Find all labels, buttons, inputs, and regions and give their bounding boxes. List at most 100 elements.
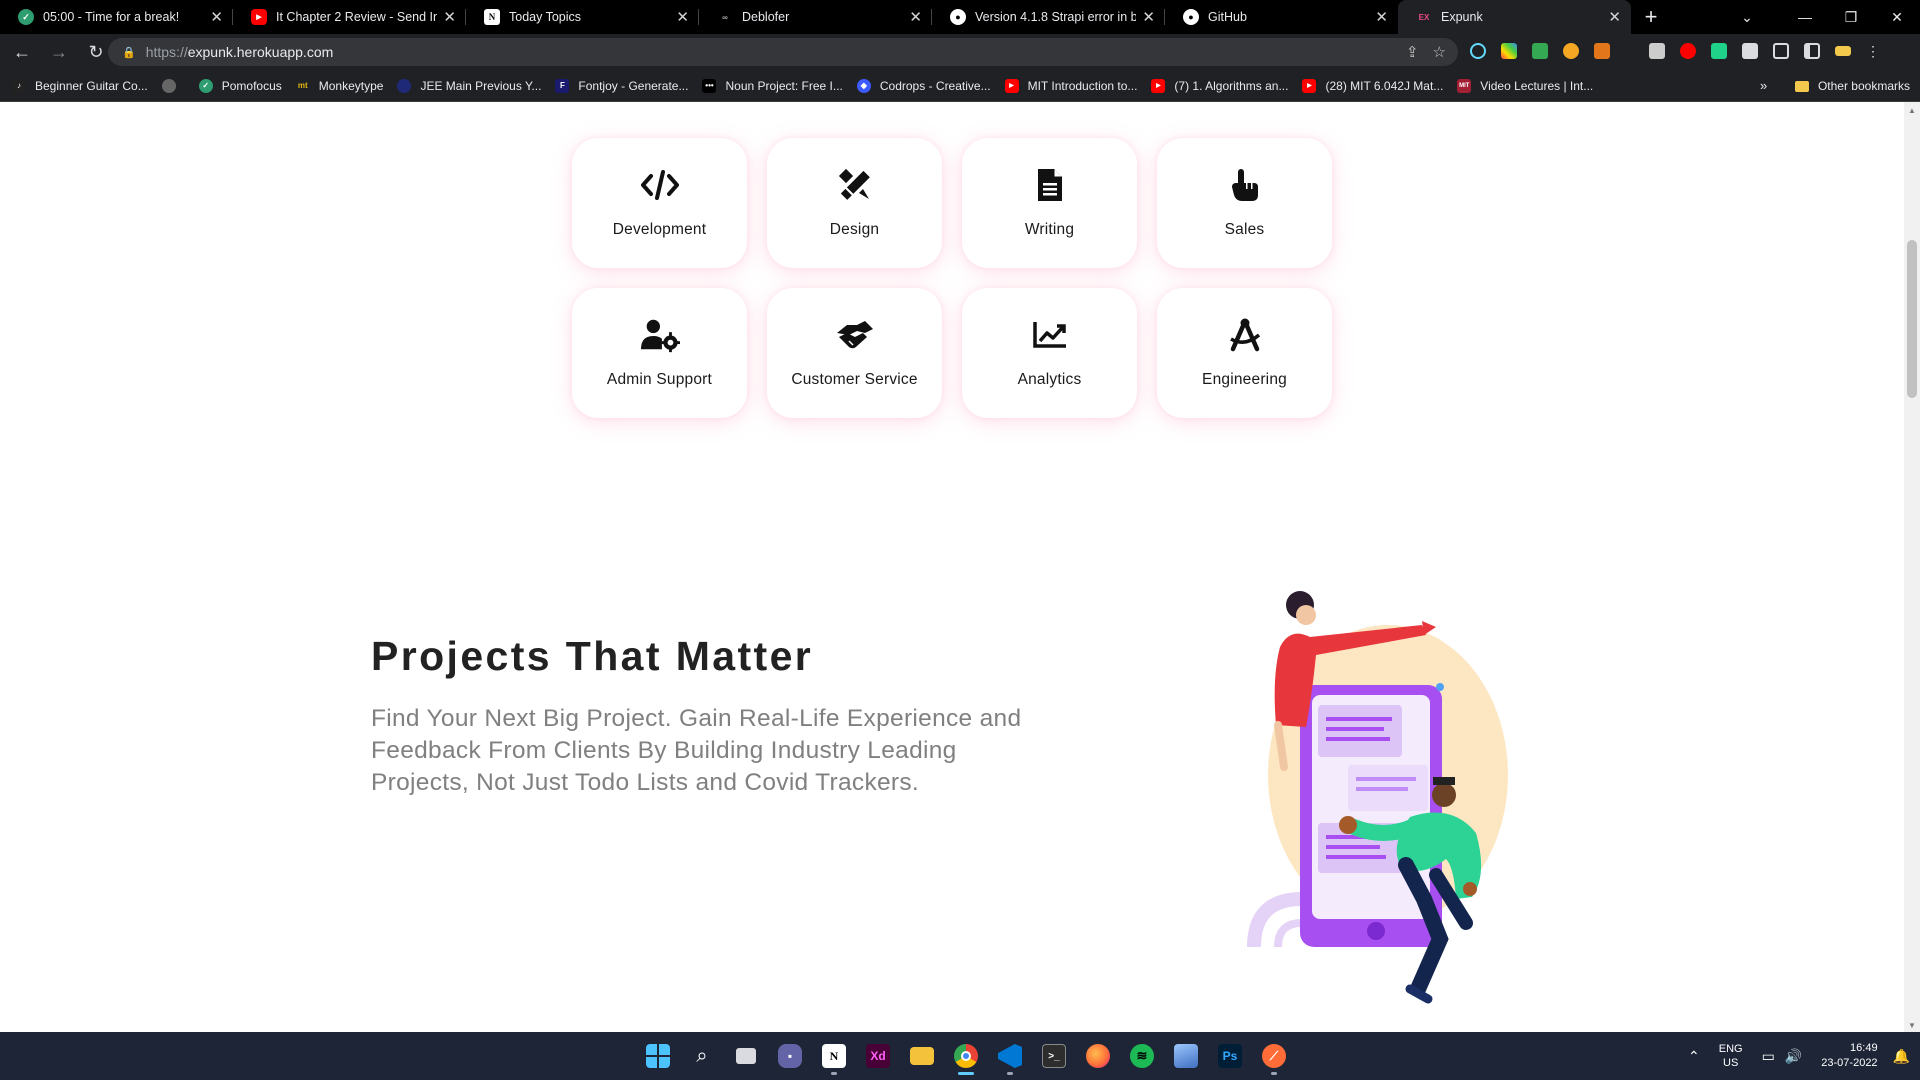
tab-pomofocus[interactable]: ✓ 05:00 - Time for a break! ✕: [0, 0, 233, 34]
bookmark-item[interactable]: MIT Video Lectures | Int...: [1457, 78, 1593, 93]
language-indicator[interactable]: ENG US: [1719, 1042, 1743, 1070]
notion-app[interactable]: N: [812, 1036, 856, 1076]
teams-chat-button[interactable]: ▪: [768, 1036, 812, 1076]
scroll-down-icon[interactable]: ▼: [1904, 1021, 1920, 1030]
category-card-development[interactable]: Development: [572, 138, 747, 268]
chevron-up-icon[interactable]: ⌃: [1688, 1048, 1700, 1065]
youtube-icon: ▶: [1302, 78, 1317, 93]
spotify-icon: ≋: [1130, 1044, 1154, 1068]
firefox-app[interactable]: [1076, 1036, 1120, 1076]
close-icon[interactable]: ✕: [1375, 8, 1388, 26]
bookmark-item[interactable]: ▶ (7) 1. Algorithms an...: [1151, 78, 1288, 93]
file-explorer-app[interactable]: [900, 1036, 944, 1076]
category-card-engineering[interactable]: Engineering: [1157, 288, 1332, 418]
minimize-button[interactable]: —: [1782, 9, 1828, 25]
search-button[interactable]: ⌕: [680, 1036, 724, 1076]
close-icon[interactable]: ✕: [909, 8, 922, 26]
date: 23-07-2022: [1821, 1057, 1878, 1069]
battery-icon[interactable]: [1835, 46, 1851, 56]
new-tab-button[interactable]: +: [1631, 0, 1671, 34]
close-icon[interactable]: ✕: [1142, 8, 1155, 26]
category-card-design[interactable]: Design: [767, 138, 942, 268]
category-card-customer-service[interactable]: Customer Service: [767, 288, 942, 418]
bookmark-item[interactable]: F Fontjoy - Generate...: [555, 78, 688, 93]
bookmark-star-icon[interactable]: ☆: [1433, 43, 1446, 61]
chrome-app[interactable]: [944, 1036, 988, 1076]
adobe-xd-app[interactable]: Xd: [856, 1036, 900, 1076]
compass-drafting-icon: [1225, 316, 1265, 354]
system-tray: ⌃ ENG US ▭ 🔊 16:49 23-07-2022 🔔: [1683, 1032, 1920, 1080]
task-view-button[interactable]: [724, 1036, 768, 1076]
pen-extension-icon[interactable]: [1711, 43, 1727, 59]
photoshop-app[interactable]: Ps: [1208, 1036, 1252, 1076]
reading-list-icon[interactable]: [1773, 43, 1789, 59]
other-bookmarks[interactable]: Other bookmarks: [1794, 70, 1910, 102]
tab-search-icon[interactable]: ⌄: [1724, 9, 1770, 26]
side-panel-icon[interactable]: [1804, 43, 1820, 59]
terminal-app[interactable]: >_: [1032, 1036, 1076, 1076]
tab-notion[interactable]: N Today Topics ✕: [466, 0, 699, 34]
bookmark-item[interactable]: ✓ Pomofocus: [198, 78, 282, 93]
bookmark-item[interactable]: [161, 78, 185, 93]
react-devtools-icon[interactable]: [1470, 43, 1486, 59]
puzzle-icon[interactable]: [1742, 43, 1758, 59]
tab-expunk[interactable]: EX Expunk ✕: [1398, 0, 1631, 34]
category-card-admin-support[interactable]: Admin Support: [572, 288, 747, 418]
monkeytype-icon: mt: [297, 81, 308, 90]
category-card-writing[interactable]: Writing: [962, 138, 1137, 268]
tab-github-issue[interactable]: ● Version 4.1.8 Strapi error in buil ✕: [932, 0, 1165, 34]
back-button[interactable]: ←: [7, 42, 37, 63]
bookmark-item[interactable]: ♪ Beginner Guitar Co...: [12, 78, 148, 93]
network-icon[interactable]: ▭: [1762, 1048, 1775, 1065]
postman-app[interactable]: ⟋: [1252, 1036, 1296, 1076]
forward-button[interactable]: →: [44, 42, 74, 63]
taskbar-apps: ⌕ ▪ N Xd >_ ≋ Ps ⟋: [636, 1032, 1296, 1080]
category-card-sales[interactable]: Sales: [1157, 138, 1332, 268]
photos-icon: [1174, 1044, 1198, 1068]
spotify-app[interactable]: ≋: [1120, 1036, 1164, 1076]
scroll-up-icon[interactable]: ▲: [1904, 106, 1920, 115]
address-bar[interactable]: 🔒 https://expunk.herokuapp.com ⇪ ☆: [108, 38, 1458, 66]
taskbar: ⌕ ▪ N Xd >_ ≋ Ps ⟋ ⌃ ENG US ▭ 🔊 16:49 23…: [0, 1032, 1920, 1080]
bookmark-item[interactable]: JEE Main Previous Y...: [397, 78, 541, 93]
youtube-icon: ▶: [251, 9, 267, 25]
github-icon: ●: [950, 9, 966, 25]
category-card-analytics[interactable]: Analytics: [962, 288, 1137, 418]
close-window-button[interactable]: ✕: [1874, 9, 1920, 26]
close-icon[interactable]: ✕: [210, 8, 223, 26]
restore-button[interactable]: ❐: [1828, 9, 1874, 26]
youtube-extension-icon[interactable]: [1680, 43, 1696, 59]
close-icon[interactable]: ✕: [443, 8, 456, 26]
page-scrollbar[interactable]: ▲ ▼: [1904, 102, 1920, 1032]
share-icon[interactable]: ⇪: [1406, 43, 1419, 61]
tab-github[interactable]: ● GitHub ✕: [1165, 0, 1398, 34]
photos-app[interactable]: [1164, 1036, 1208, 1076]
scroll-thumb[interactable]: [1907, 240, 1917, 398]
time: 16:49: [1850, 1042, 1878, 1054]
notification-icon[interactable]: 🔔: [1893, 1048, 1910, 1065]
extension-icon[interactable]: [1649, 43, 1665, 59]
volume-icon[interactable]: 🔊: [1785, 1048, 1802, 1065]
close-icon[interactable]: ✕: [676, 8, 689, 26]
metamask-icon[interactable]: [1594, 43, 1610, 59]
tab-deblofer[interactable]: ∞ Deblofer ✕: [699, 0, 932, 34]
projects-description: Find Your Next Big Project. Gain Real-Li…: [371, 705, 1022, 796]
bookmark-item[interactable]: ••• Noun Project: Free I...: [702, 78, 843, 93]
lock-icon[interactable]: 🔒: [122, 46, 136, 59]
menu-icon[interactable]: ⋮: [1866, 43, 1880, 59]
bookmark-item[interactable]: ◆ Codrops - Creative...: [856, 78, 991, 93]
bookmarks-overflow-icon[interactable]: »: [1760, 78, 1767, 93]
mail-extension-icon[interactable]: [1532, 43, 1548, 59]
bookmark-item[interactable]: mt Monkeytype: [296, 79, 384, 93]
honey-icon[interactable]: [1563, 43, 1579, 59]
tab-youtube[interactable]: ▶ It Chapter 2 Review - Send In Th ✕: [233, 0, 466, 34]
start-button[interactable]: [636, 1036, 680, 1076]
vscode-app[interactable]: [988, 1036, 1032, 1076]
clock[interactable]: 16:49 23-07-2022: [1821, 1041, 1877, 1071]
category-label: Admin Support: [606, 371, 713, 388]
colorzilla-icon[interactable]: [1501, 43, 1517, 59]
bookmark-item[interactable]: ▶ (28) MIT 6.042J Mat...: [1302, 78, 1443, 93]
reload-button[interactable]: ↻: [81, 42, 111, 63]
bookmark-item[interactable]: ▶ MIT Introduction to...: [1004, 78, 1137, 93]
close-icon[interactable]: ✕: [1608, 8, 1621, 26]
